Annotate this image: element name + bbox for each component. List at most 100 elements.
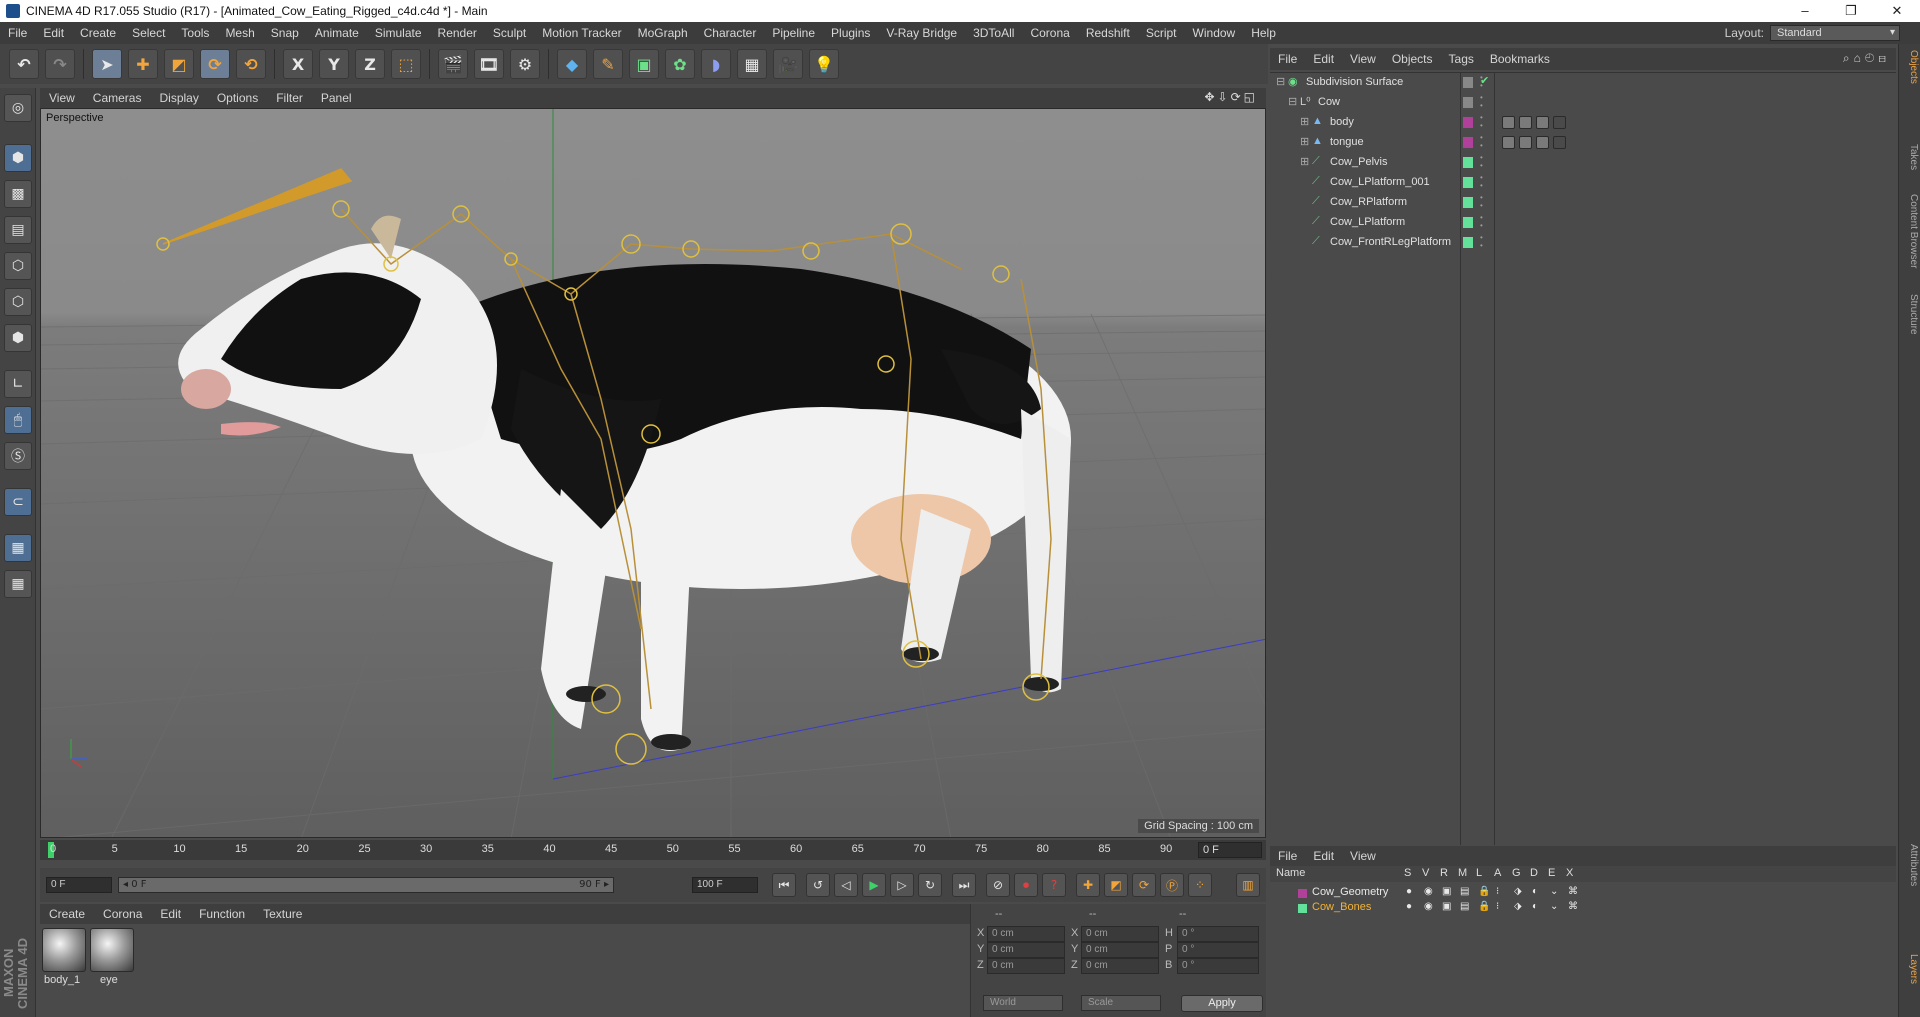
solo-mode-icon[interactable]: Ⓢ	[4, 442, 32, 470]
menu-3dtoall[interactable]: 3DToAll	[965, 26, 1022, 40]
object-row-cow-lplatform-001[interactable]: ⟋ Cow_LPlatform_001 • •	[1270, 173, 1896, 193]
visibility-dots-icon[interactable]: • •	[1480, 174, 1483, 190]
current-frame-field[interactable]: 0 F	[1198, 842, 1262, 858]
cow-model[interactable]	[178, 215, 1071, 751]
timeline-ruler[interactable]: 0 F 0 5 10 15 20 25 30 35 40 45 50 55 60 65 70 75 80 85 90	[40, 840, 1266, 860]
perspective-viewport[interactable]: Perspective Grid Spacing : 100 cm	[40, 108, 1266, 838]
layer-manager-toggle-icon[interactable]: ▤	[1460, 901, 1469, 912]
pen-spline-icon[interactable]: ✎	[593, 49, 623, 79]
points-mode-icon[interactable]: ⬡	[4, 252, 32, 280]
previous-key-icon[interactable]: ↺	[806, 873, 830, 897]
material-menu-edit[interactable]: Edit	[151, 907, 190, 921]
previous-frame-icon[interactable]: ◁	[834, 873, 858, 897]
object-row-body[interactable]: ⊞ ▲ body • •	[1270, 113, 1896, 133]
menu-simulate[interactable]: Simulate	[367, 26, 430, 40]
layer-menu-edit[interactable]: Edit	[1305, 849, 1342, 863]
texture-tag-icon[interactable]	[1536, 136, 1549, 149]
skin-tag-icon[interactable]	[1553, 136, 1566, 149]
rotation-field[interactable]: 0 °	[1177, 958, 1259, 974]
weight-tag-icon[interactable]	[1502, 136, 1515, 149]
go-to-start-icon[interactable]: ⏮	[772, 873, 796, 897]
layer-column-a[interactable]: A	[1494, 867, 1501, 879]
close-button[interactable]: ✕	[1874, 0, 1920, 22]
object-row-cow-lplatform[interactable]: ⟋ Cow_LPlatform • •	[1270, 213, 1896, 233]
floor-scene-icon[interactable]: ▦	[737, 49, 767, 79]
menu-window[interactable]: Window	[1185, 26, 1244, 40]
layer-column-s[interactable]: S	[1404, 867, 1411, 879]
layer-locked-toggle-icon[interactable]: 🔒	[1478, 901, 1490, 912]
menu-create[interactable]: Create	[72, 26, 124, 40]
layer-column-v[interactable]: V	[1422, 867, 1429, 879]
subdivision-generator-icon[interactable]: ▣	[629, 49, 659, 79]
key-position-icon[interactable]: ✚	[1076, 873, 1100, 897]
material-tag-icon[interactable]	[1519, 136, 1532, 149]
size-field[interactable]: 0 cm	[1081, 958, 1159, 974]
light-icon[interactable]: 💡	[809, 49, 839, 79]
material-eye[interactable]	[90, 928, 134, 972]
position-field[interactable]: 0 cm	[987, 958, 1065, 974]
menu-motion-tracker[interactable]: Motion Tracker	[534, 26, 629, 40]
object-menu-edit[interactable]: Edit	[1305, 52, 1342, 66]
record-keys-icon[interactable]: ⊘	[986, 873, 1010, 897]
layer-row-cow-bones[interactable]: Cow_Bones ● ◉ ▣ ▤ 🔒 ⁝ ⬗ ◐ ⌄ ⌘	[1270, 901, 1896, 916]
layer-solo-toggle-icon[interactable]: ●	[1406, 886, 1412, 897]
layer-column-g[interactable]: G	[1512, 867, 1521, 879]
workplane-mode-icon[interactable]: ▤	[4, 216, 32, 244]
render-view-icon[interactable]: 🎬	[438, 49, 468, 79]
layer-color-chip[interactable]	[1298, 889, 1307, 898]
visibility-dots-icon[interactable]: • •	[1480, 134, 1483, 150]
camera-icon[interactable]: 🎥	[773, 49, 803, 79]
size-field[interactable]: 0 cm	[1081, 942, 1159, 958]
minimize-button[interactable]: –	[1782, 0, 1828, 22]
object-menu-view[interactable]: View	[1342, 52, 1384, 66]
viewport-menu-cameras[interactable]: Cameras	[84, 91, 151, 105]
object-row-cow-frontrlegplatform[interactable]: ⟋ Cow_FrontRLegPlatform • •	[1270, 233, 1896, 253]
layer-xref-toggle-icon[interactable]: ⌘	[1568, 886, 1578, 897]
redo-icon[interactable]: ↷	[45, 49, 75, 79]
planar-workplane-icon[interactable]: ▦	[4, 570, 32, 598]
object-row-subdivision-surface[interactable]: ⊟ ◉ Subdivision Surface • • ✔	[1270, 73, 1896, 93]
layer-column-l[interactable]: L	[1476, 867, 1482, 879]
layer-visible-render-toggle-icon[interactable]: ▣	[1442, 901, 1451, 912]
viewport-menu-display[interactable]: Display	[150, 91, 207, 105]
layer-name[interactable]: Cow_Bones	[1312, 901, 1371, 913]
render-to-picture-viewer-icon[interactable]: 🎞	[474, 49, 504, 79]
visibility-dots-icon[interactable]: • •	[1480, 214, 1483, 230]
texture-tag-icon[interactable]	[1536, 116, 1549, 129]
layer-menu-view[interactable]: View	[1342, 849, 1384, 863]
make-editable-icon[interactable]: ◎	[4, 94, 32, 122]
menu-snap[interactable]: Snap	[263, 26, 307, 40]
menu-sculpt[interactable]: Sculpt	[485, 26, 534, 40]
autokeying-icon[interactable]: ?	[1042, 873, 1066, 897]
viewport-menu-options[interactable]: Options	[208, 91, 267, 105]
expand-toggle-icon[interactable]: ⊞	[1300, 155, 1309, 168]
position-field[interactable]: 0 cm	[987, 942, 1065, 958]
menu-help[interactable]: Help	[1243, 26, 1284, 40]
polygons-mode-icon[interactable]: ⬢	[4, 324, 32, 352]
y-axis-lock-button[interactable]: Y	[319, 49, 349, 79]
menu-script[interactable]: Script	[1138, 26, 1185, 40]
texture-mode-icon[interactable]: ▩	[4, 180, 32, 208]
layer-visible-editor-toggle-icon[interactable]: ◉	[1424, 901, 1433, 912]
record-active-objects-icon[interactable]: ⏺	[1014, 873, 1038, 897]
tweak-mode-icon[interactable]: 🖱	[4, 406, 32, 434]
layer-animation-toggle-icon[interactable]: ⁝	[1496, 886, 1499, 897]
layer-deformers-toggle-icon[interactable]: ◐	[1532, 901, 1538, 912]
key-parameter-icon[interactable]: Ⓟ	[1160, 873, 1184, 897]
menu-edit[interactable]: Edit	[35, 26, 72, 40]
skin-tag-icon[interactable]	[1553, 116, 1566, 129]
rotate-tool-icon[interactable]: ⟳	[200, 49, 230, 79]
layer-column-r[interactable]: R	[1440, 867, 1448, 879]
move-tool-icon[interactable]: ✚	[128, 49, 158, 79]
expand-toggle-icon[interactable]: ⊟	[1276, 75, 1285, 88]
menu-mesh[interactable]: Mesh	[217, 26, 262, 40]
layer-row-cow-geometry[interactable]: Cow_Geometry ● ◉ ▣ ▤ 🔒 ⁝ ⬗ ◐ ⌄ ⌘	[1270, 886, 1896, 901]
apply-button[interactable]: Apply	[1181, 995, 1263, 1012]
layer-visible-editor-toggle-icon[interactable]: ◉	[1424, 886, 1433, 897]
workplane-lock-icon[interactable]: ▦	[4, 534, 32, 562]
object-row-cow[interactable]: ⊟ L⁰ Cow • •	[1270, 93, 1896, 113]
weight-tag-icon[interactable]	[1502, 116, 1515, 129]
mograph-cloner-icon[interactable]: ✿	[665, 49, 695, 79]
frame-range-slider[interactable]: ◂ 0 F 90 F ▸	[118, 877, 614, 893]
visibility-dots-icon[interactable]: • •	[1480, 154, 1483, 170]
